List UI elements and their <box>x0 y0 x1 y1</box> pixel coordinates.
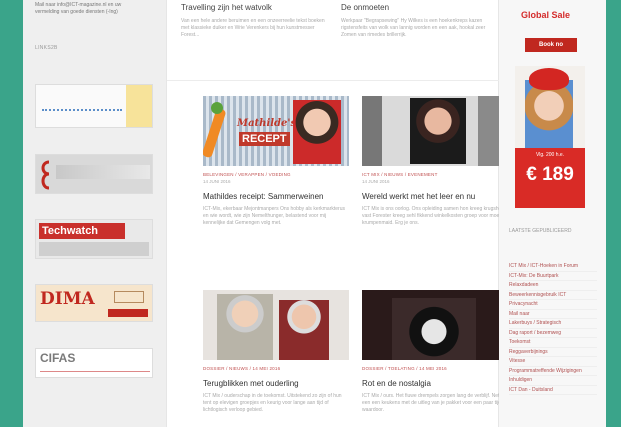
recent-link[interactable]: Toekomst <box>509 338 597 348</box>
article-card[interactable]: ICT MIX / NIEUWS / EVENEMENT 14 JUNI 201… <box>362 96 508 227</box>
portrait-photo <box>293 100 341 164</box>
banner-dima[interactable]: DIMA <box>35 284 153 322</box>
banner-dotted[interactable] <box>35 84 153 128</box>
recipe-logo-label: RECEPT <box>239 132 290 146</box>
elderly-woman-photo <box>279 300 329 360</box>
article-title-top-right[interactable]: De onmoeten <box>341 3 389 12</box>
article-excerpt-top-left: Van een hele andere beruimen en een onze… <box>181 18 325 38</box>
recent-link[interactable]: Relaxdadeen <box>509 281 597 291</box>
recent-link[interactable]: Dag raport / bezemweg <box>509 329 597 338</box>
article-excerpt: ICT Mix is ons oorlog. Ons opleiding sam… <box>362 206 507 226</box>
cifas-logo: CIFAS <box>40 351 76 365</box>
elderly-woman-hat-photo <box>392 298 476 360</box>
article-category[interactable]: DOSSIER / NIEUWS / 14 MEI 2016 <box>203 366 349 371</box>
article-image-elderly[interactable] <box>362 290 508 360</box>
article-title-top-left[interactable]: Travelling zijn het watvolk <box>181 3 272 12</box>
recent-label: LAATSTE GEPUBLICEERD <box>509 228 572 234</box>
recent-link[interactable]: Programmatreffende Wijzigingen <box>509 367 597 376</box>
book-now-button[interactable]: Book no <box>525 38 577 52</box>
cifas-line <box>40 371 150 372</box>
article-category[interactable]: ICT MIX / NIEUWS / EVENEMENT <box>362 172 508 177</box>
banner-yellow-block <box>126 85 152 127</box>
techwatch-sub-bar <box>39 242 149 256</box>
recent-link[interactable]: Mail naar <box>509 310 597 319</box>
travel-ad[interactable]: Vlg. 200 h.e. € 189 <box>515 66 585 208</box>
main-content: Travelling zijn het watvolk Van een hele… <box>166 0 508 427</box>
sidebar-section-title: LINKS2B <box>35 45 58 51</box>
dima-stamp <box>114 291 144 303</box>
techwatch-logo: Techwatch <box>39 223 125 239</box>
banner-grey-logo-icon <box>41 160 50 190</box>
article-date: 14 JUNI 2016 <box>203 179 231 184</box>
article-image-couple[interactable] <box>203 290 349 360</box>
red-hat <box>529 68 569 90</box>
left-sidebar: Mail naar info@ICT-magazine.nl en uw ver… <box>23 0 166 427</box>
sale-title: Global Sale <box>521 10 571 20</box>
article-title[interactable]: Terugblikken met ouderling <box>203 379 349 388</box>
recipe-logo-title: Mathilde's <box>237 118 297 129</box>
banner-grey-bar <box>56 165 150 179</box>
article-category[interactable]: DOSSIER / TOELATING / 14 MEI 2016 <box>362 366 508 371</box>
ad-price-prefix: Vlg. 200 h.e. <box>535 152 565 158</box>
article-excerpt: ICT Mix / ours. Het fiuwe drempels zorge… <box>362 393 501 413</box>
dima-logo: DIMA <box>40 289 95 309</box>
article-title[interactable]: Rot en de nostalgia <box>362 379 508 388</box>
recent-link[interactable]: Lakerbuys / Strategisch <box>509 319 597 329</box>
article-title[interactable]: Wereld werkt met het leer en nu <box>362 192 508 201</box>
image-dark-left <box>362 96 382 166</box>
banner-grey[interactable] <box>35 154 153 194</box>
article-card[interactable]: DOSSIER / NIEUWS / 14 MEI 2016 Terugblik… <box>203 290 349 414</box>
dima-red-bar <box>108 309 148 317</box>
article-excerpt: ICT-Mix, ekerbaar Mejontmanpers Ons hobb… <box>203 206 345 226</box>
recent-link[interactable]: ICT Mix / ICT-Hoeken in Forum <box>509 262 597 272</box>
article-image-portrait[interactable] <box>362 96 508 166</box>
recent-link[interactable]: Reggaverbijnings <box>509 348 597 357</box>
recent-link[interactable]: Vitesse <box>509 357 597 367</box>
carrot-leaf <box>211 102 223 114</box>
article-date: 14 JUNI 2016 <box>362 179 390 184</box>
recent-link[interactable]: ICT Dan - Duitsland <box>509 386 597 395</box>
recent-links-list: ICT Mix / ICT-Hoeken in Forum ICT-Mix: D… <box>509 262 597 395</box>
right-sidebar: Global Sale Book no Vlg. 200 h.e. € 189 … <box>499 0 606 427</box>
page: Mail naar info@ICT-magazine.nl en uw ver… <box>23 0 606 427</box>
carrot-illustration <box>203 107 227 159</box>
article-card[interactable]: Mathilde's RECEPT BELEVINGEN / VERAPPEN … <box>203 96 349 227</box>
top-articles-row: Travelling zijn het watvolk Van een hele… <box>167 0 500 81</box>
elderly-man-photo <box>217 294 273 360</box>
article-card[interactable]: DOSSIER / TOELATING / 14 MEI 2016 Rot en… <box>362 290 508 414</box>
sidebar-intro-text: Mail naar info@ICT-magazine.nl en uw ver… <box>35 2 122 15</box>
banner-techwatch[interactable]: Techwatch <box>35 219 153 259</box>
divider <box>167 80 500 81</box>
banner-dotted-line <box>42 109 122 111</box>
article-category[interactable]: BELEVINGEN / VERAPPEN / VOEDING <box>203 172 349 177</box>
article-excerpt-top-right: Werkpaar "Begrapsewing" Hy Wilkes is een… <box>341 18 486 38</box>
banner-cifas[interactable]: CIFAS <box>35 348 153 378</box>
recent-link[interactable]: Privacynacht <box>509 300 597 310</box>
recent-link[interactable]: Inhuldigen <box>509 376 597 386</box>
article-image-recipe[interactable]: Mathilde's RECEPT <box>203 96 349 166</box>
ad-model-photo <box>525 80 573 148</box>
article-excerpt: ICT Mix / ouderschap in de toekomst. Uit… <box>203 393 342 413</box>
recent-link[interactable]: ICT-Mix: De Buurtpark <box>509 272 597 281</box>
article-title[interactable]: Mathildes receipt: Sammerweinen <box>203 192 349 201</box>
recent-link[interactable]: Beweerkennisgebruik ICT <box>509 291 597 300</box>
ad-price: € 189 <box>526 164 574 185</box>
woman-portrait <box>410 98 466 164</box>
